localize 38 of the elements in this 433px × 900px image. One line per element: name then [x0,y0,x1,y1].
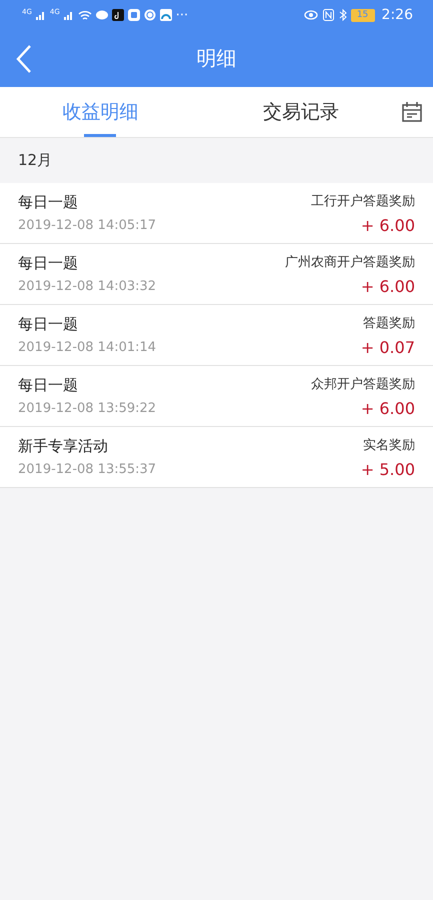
record-title: 每日一题 [18,254,79,273]
battery-icon: 15 [350,8,375,22]
clock: 2:26 [382,7,413,23]
app-icon [160,9,172,21]
app-icon [112,9,124,21]
signal-icon [64,10,74,20]
record-amount: + 5.00 [360,460,415,478]
record-amount: + 6.00 [360,216,415,234]
record-description: 广州农商开户答题奖励 [285,254,415,270]
record-amount: + 0.07 [360,338,415,356]
record-description: 工行开户答题奖励 [311,192,415,210]
record-description: 答题奖励 [363,314,415,332]
page-title: 明细 [196,45,236,72]
app-icon [128,9,140,21]
more-notifications: ··· [176,8,188,22]
record-description: 实名奖励 [363,436,415,454]
record-time: 2019-12-08 14:03:32 [18,279,156,294]
record-time: 2019-12-08 14:05:17 [18,218,156,233]
record-time: 2019-12-08 13:55:37 [18,462,156,477]
app-icon [144,9,156,21]
nfc-icon [322,9,334,21]
tab[interactable]: 交易记录 [200,87,401,137]
wifi-icon [78,10,92,20]
signal-icon [36,10,46,20]
bluetooth-icon [338,9,347,21]
record-time: 2019-12-08 14:01:14 [18,340,156,355]
chat-icon [96,10,108,20]
eye-icon [304,10,318,20]
record-title: 每日一题 [18,376,79,395]
record-amount: + 6.00 [360,276,415,296]
back-button[interactable] [14,44,34,74]
record-title: 新手专享活动 [18,437,109,456]
calendar-icon[interactable] [401,101,423,123]
record-amount: + 6.00 [360,398,415,418]
record-time: 2019-12-08 13:59:22 [18,401,156,416]
record-title: 每日一题 [18,315,79,334]
record-title: 每日一题 [18,193,79,212]
record-description: 众邦开户答题奖励 [311,376,415,392]
